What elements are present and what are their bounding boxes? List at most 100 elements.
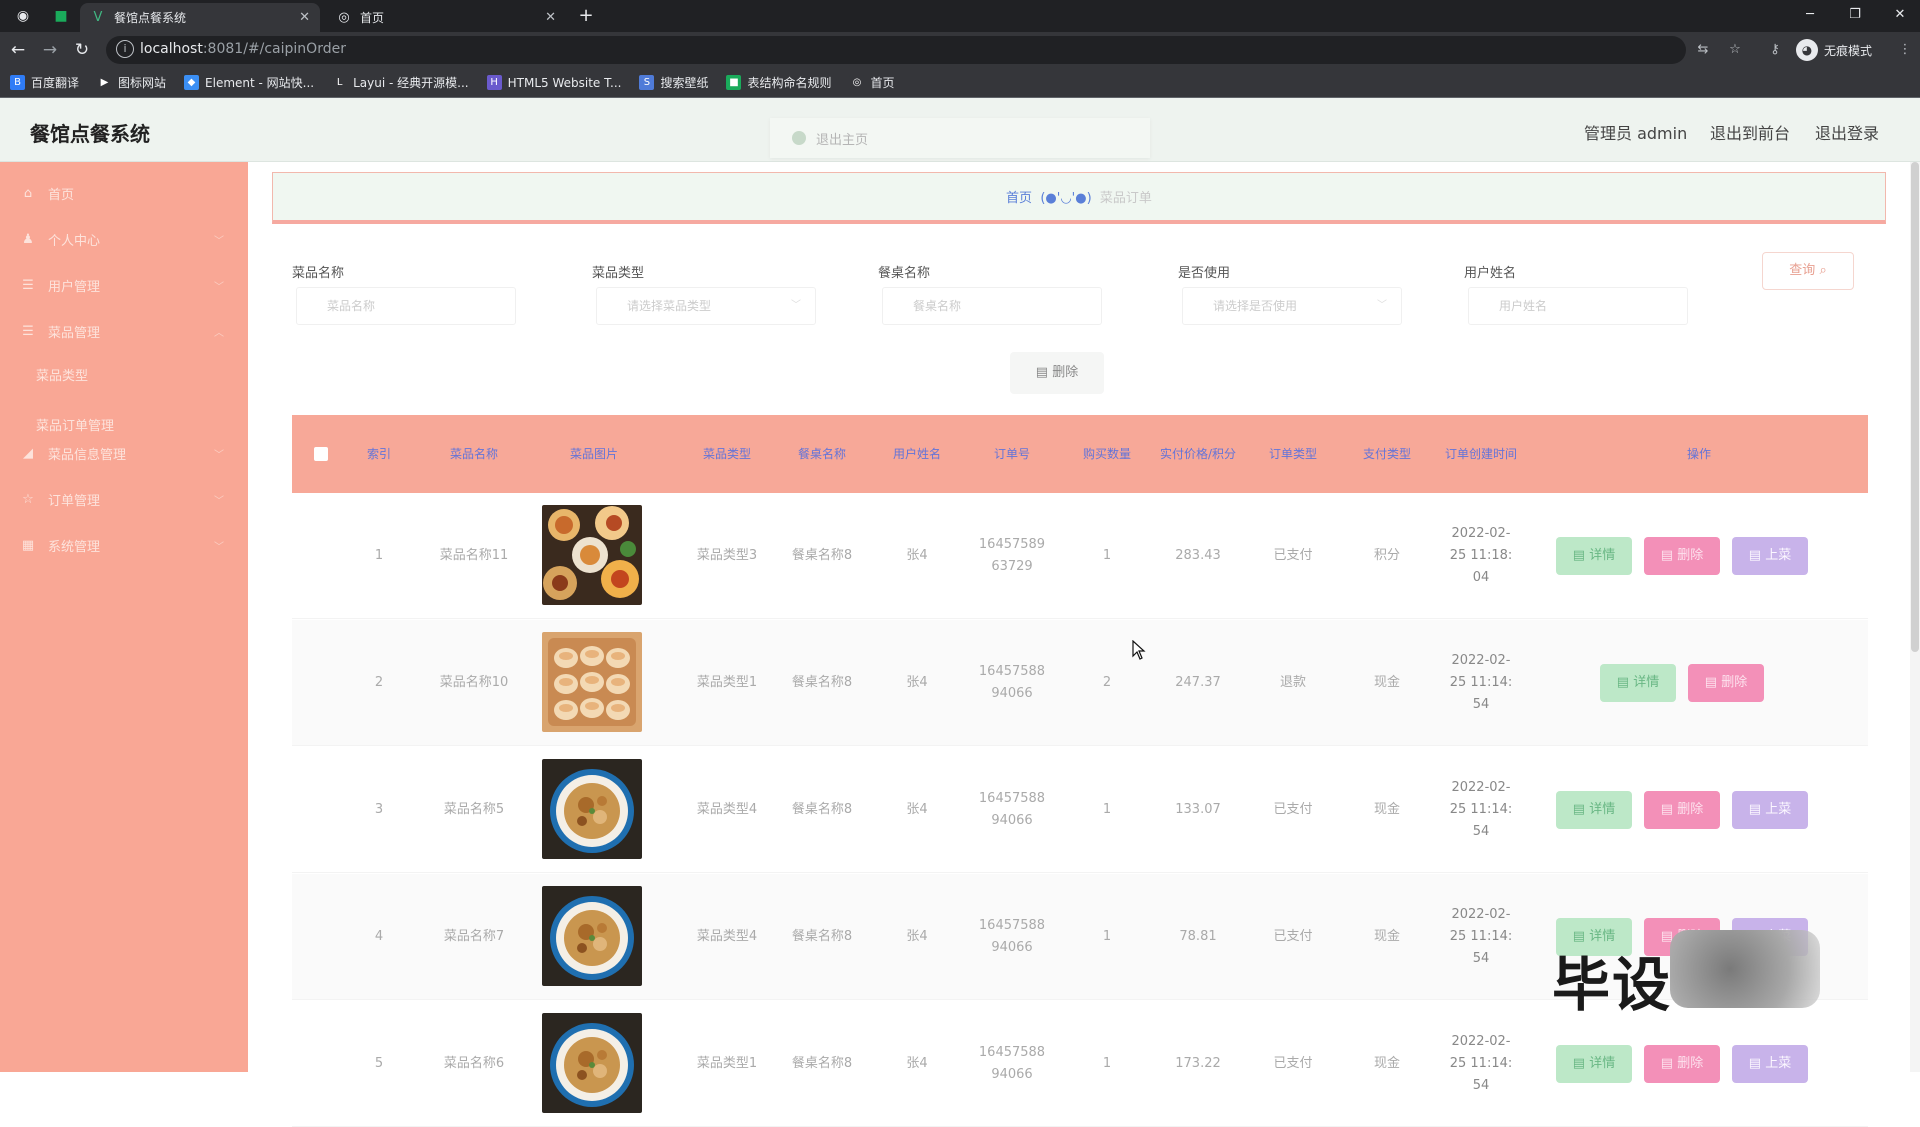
bookmark-item[interactable]: ▶ 图标网站 — [97, 74, 166, 91]
sidebar-item[interactable]: ☰ 用户管理 ﹀ — [0, 262, 248, 308]
filter-input[interactable]: 用户姓名 — [1468, 287, 1688, 325]
cell-order-number: 1645758894066 — [978, 918, 1046, 955]
delete-button[interactable]: ▤ 删除 — [1644, 791, 1720, 829]
detail-button[interactable]: ▤ 详情 — [1600, 664, 1676, 702]
select-all-checkbox[interactable] — [314, 447, 328, 461]
cell-table-name: 餐桌名称8 — [791, 802, 853, 817]
header-notice[interactable]: 退出主页 — [770, 118, 1150, 158]
bookmark-item[interactable]: L Layui - 经典开源模... — [332, 74, 469, 91]
main-content: 首页 (●'◡'●) 菜品订单 菜品名称 菜品名称 菜品类型 请选择菜品类型 ﹀ 餐桌名称… — [248, 162, 1920, 1127]
bookmark-icon: ▶ — [97, 75, 113, 90]
vue-icon: V — [93, 10, 103, 25]
cell-table-name: 餐桌名称8 — [791, 675, 853, 690]
bookmark-item[interactable]: ◆ Element - 网站快... — [184, 74, 314, 91]
table-row[interactable]: 1 菜品名称11 菜品类型3 餐桌名称8 张4 1645758963729 1 283.43 已… — [292, 493, 1868, 619]
filter-placeholder: 菜品名称 — [327, 299, 376, 313]
page-scrollbar[interactable] — [1910, 162, 1920, 1072]
pinned-tab-icon[interactable]: ■ — [52, 7, 70, 25]
back-icon[interactable]: ← — [6, 38, 30, 62]
cell-index: 3 — [374, 802, 384, 817]
filter-input[interactable]: 餐桌名称 — [882, 287, 1102, 325]
sidebar-item[interactable]: ☰ 菜品管理 ︿ — [0, 308, 248, 354]
cell-pay-type: 积分 — [1373, 548, 1400, 563]
cell-table-name: 餐桌名称8 — [791, 929, 853, 944]
search-button[interactable]: 查询 ⌕ — [1762, 252, 1854, 290]
sidebar-item[interactable]: ⌂ 首页 — [0, 170, 248, 216]
cell-index: 4 — [374, 929, 384, 944]
delete-button[interactable]: ▤ 删除 — [1644, 537, 1720, 575]
cell-quantity: 1 — [1102, 929, 1112, 944]
cell-pay-type: 现金 — [1373, 675, 1400, 690]
dish-image — [542, 759, 642, 859]
close-icon[interactable]: ✕ — [545, 10, 556, 25]
star-icon[interactable]: ☆ — [1724, 39, 1746, 61]
tab-title: 首页 — [360, 11, 385, 25]
cell-user-name: 张4 — [906, 675, 928, 690]
close-window-icon[interactable]: ✕ — [1885, 4, 1915, 26]
bookmark-item[interactable]: ■ 表结构命名规则 — [726, 74, 831, 91]
logout-link[interactable]: 退出登录 — [1815, 120, 1879, 144]
sidebar-item-label: 订单管理 — [48, 493, 101, 509]
column-header: 菜品名称 — [449, 446, 498, 461]
table-header: 索引 菜品名称 菜品图片 菜品类型 餐桌名称 用户姓名 订单号 购买数量 实付价格/积分 订单类型… — [292, 415, 1868, 493]
batch-delete-button[interactable]: ▤ 删除 — [1010, 352, 1104, 394]
tab-home[interactable]: ◎ 首页 ✕ — [326, 3, 566, 32]
cell-quantity: 1 — [1102, 548, 1112, 563]
delete-button[interactable]: ▤ 删除 — [1688, 664, 1764, 702]
filter-select[interactable]: 请选择是否使用 ﹀ — [1182, 287, 1402, 325]
detail-button[interactable]: ▤ 详情 — [1556, 1045, 1632, 1083]
info-icon[interactable]: i — [116, 40, 134, 58]
scrollbar-thumb[interactable] — [1911, 162, 1919, 652]
cell-user-name: 张4 — [906, 548, 928, 563]
forward-icon[interactable]: → — [38, 38, 62, 62]
column-header: 索引 — [366, 446, 391, 461]
sidebar-item[interactable]: ▦ 系统管理 ﹀ — [0, 522, 248, 568]
table-row[interactable]: 3 菜品名称5 菜品类型4 餐桌名称8 张4 1645758894066 1 133.07 已支… — [292, 747, 1868, 873]
reload-icon[interactable]: ↻ — [70, 38, 94, 62]
cell-dish-name: 菜品名称7 — [443, 929, 505, 944]
chart-icon: ◢ — [23, 445, 33, 461]
url-field[interactable]: i localhost:8081/#/caipinOrder — [106, 36, 1686, 64]
filter-label: 是否使用 — [1178, 266, 1231, 281]
key-icon[interactable]: ⚷ — [1764, 39, 1786, 61]
serve-button[interactable]: ▤ 上菜 — [1732, 791, 1808, 829]
filter-input[interactable]: 菜品名称 — [296, 287, 516, 325]
sidebar-item[interactable]: ♟ 个人中心 ﹀ — [0, 216, 248, 262]
detail-button[interactable]: ▤ 详情 — [1556, 791, 1632, 829]
sidebar-item[interactable]: ☆ 订单管理 ﹀ — [0, 476, 248, 522]
table-row[interactable]: 2 菜品名称10 菜品类型1 餐桌名称8 张4 1645758894066 2 247.37 退… — [292, 620, 1868, 746]
serve-button[interactable]: ▤ 上菜 — [1732, 537, 1808, 575]
sidebar-subitem[interactable]: 菜品订单管理 — [0, 404, 248, 444]
bookmark-item[interactable]: S 搜索壁纸 — [639, 74, 708, 91]
user-icon: ☆ — [22, 491, 34, 507]
browser-menu-icon[interactable]: ◉ — [14, 7, 32, 25]
bookmark-label: HTML5 Website T... — [507, 75, 622, 90]
tab-app[interactable]: V 餐馆点餐系统 ✕ — [80, 3, 320, 32]
bookmark-label: 百度翻译 — [31, 76, 80, 90]
incognito-profile[interactable]: ◕ 无痕模式 — [1796, 38, 1872, 62]
close-icon[interactable]: ✕ — [299, 10, 310, 25]
new-tab-button[interactable]: + — [574, 4, 598, 28]
sidebar-subitem[interactable]: 菜品类型 — [0, 354, 248, 394]
minimize-icon[interactable]: ─ — [1795, 4, 1825, 26]
sidebar-item-label: 菜品管理 — [48, 325, 101, 341]
breadcrumb-home[interactable]: 首页 — [1006, 191, 1032, 206]
restore-icon[interactable]: ❐ — [1840, 4, 1870, 26]
bookmark-item[interactable]: ◎ 首页 — [849, 74, 895, 91]
detail-button[interactable]: ▤ 详情 — [1556, 537, 1632, 575]
profile-label: 无痕模式 — [1824, 43, 1873, 58]
delete-button[interactable]: ▤ 删除 — [1644, 1045, 1720, 1083]
watermark-text: 毕设 — [1552, 951, 1673, 1019]
cell-pay-type: 现金 — [1373, 1056, 1400, 1071]
filter-select[interactable]: 请选择菜品类型 ﹀ — [596, 287, 816, 325]
url-text: localhost:8081/#/caipinOrder — [140, 41, 346, 57]
cell-created-time: 2022-02-25 11:14:54 — [1449, 1034, 1513, 1093]
exit-to-front-link[interactable]: 退出到前台 — [1710, 120, 1790, 144]
bookmark-item[interactable]: H HTML5 Website T... — [486, 75, 622, 90]
serve-button[interactable]: ▤ 上菜 — [1732, 1045, 1808, 1083]
translate-icon[interactable]: ⇆ — [1692, 39, 1714, 61]
cell-created-time: 2022-02-25 11:14:54 — [1449, 653, 1513, 712]
chevron-down-icon: ﹀ — [214, 449, 224, 461]
more-menu-icon[interactable]: ⋮ — [1894, 39, 1916, 61]
bookmark-item[interactable]: B 百度翻译 — [10, 74, 79, 91]
